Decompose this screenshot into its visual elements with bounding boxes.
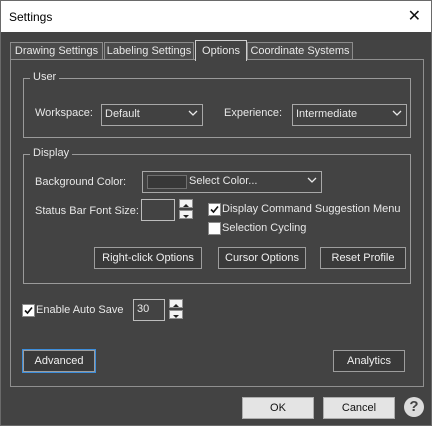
background-color-dropdown[interactable]: Select Color... [142,171,322,193]
display-group: Display Background Color: Select Color..… [23,147,411,284]
triangle-down-icon [173,315,179,318]
enable-auto-save-checkbox[interactable] [22,304,35,317]
reset-profile-button[interactable]: Reset Profile [320,247,406,269]
display-group-legend: Display [30,147,73,159]
dialog-title: Settings [9,10,53,24]
chevron-down-icon [188,110,198,116]
triangle-up-icon [183,204,189,207]
chevron-down-icon [307,177,317,183]
workspace-dropdown[interactable]: Default [101,104,203,126]
checkmark-icon [24,306,33,315]
help-icon[interactable]: ? [404,397,424,417]
triangle-up-icon [173,304,179,307]
settings-dialog: Settings ✕ Drawing Settings Labeling Set… [0,0,432,426]
status-bar-font-size-input[interactable] [141,199,175,221]
tab-options[interactable]: Options [195,40,247,61]
spin-down-button[interactable] [179,210,193,219]
auto-save-stepper [169,299,183,321]
selection-cycling-label: Selection Cycling [222,222,307,234]
chevron-down-icon [392,110,402,116]
spin-up-button[interactable] [169,299,183,308]
analytics-button[interactable]: Analytics [333,350,405,372]
workspace-label: Workspace: [35,107,93,119]
tab-coordinate-systems[interactable]: Coordinate Systems [247,42,353,60]
selection-cycling-checkbox[interactable] [208,222,221,235]
auto-save-interval-value: 30 [137,303,150,315]
auto-save-interval-input[interactable]: 30 [133,299,165,321]
checkmark-icon [210,205,219,214]
ok-button[interactable]: OK [242,397,314,419]
tab-labeling-settings[interactable]: Labeling Settings [104,42,194,60]
color-swatch [147,175,187,189]
right-click-options-button[interactable]: Right-click Options [94,247,202,269]
triangle-down-icon [183,215,189,218]
spin-down-button[interactable] [169,310,183,319]
enable-auto-save-label: Enable Auto Save [36,304,124,316]
cursor-options-button[interactable]: Cursor Options [218,247,306,269]
title-bar: Settings ✕ [1,1,431,32]
close-icon[interactable]: ✕ [408,6,421,26]
user-group-legend: User [30,71,60,83]
status-bar-font-size-label: Status Bar Font Size: [35,205,139,217]
experience-value: Intermediate [296,108,358,120]
experience-dropdown[interactable]: Intermediate [292,104,407,126]
advanced-button[interactable]: Advanced [22,349,96,373]
user-group: User Workspace: Default Experience: Inte… [23,71,411,138]
experience-label: Experience: [224,107,283,119]
options-panel: User Workspace: Default Experience: Inte… [10,59,424,387]
cancel-button[interactable]: Cancel [323,397,395,419]
workspace-value: Default [105,108,140,120]
background-color-value: Select Color... [189,175,258,187]
spin-up-button[interactable] [179,199,193,208]
font-size-stepper [179,199,193,221]
tab-drawing-settings[interactable]: Drawing Settings [10,42,103,60]
command-suggestion-checkbox[interactable] [208,203,221,216]
command-suggestion-label: Display Command Suggestion Menu [222,203,401,215]
background-color-label: Background Color: [35,176,127,188]
